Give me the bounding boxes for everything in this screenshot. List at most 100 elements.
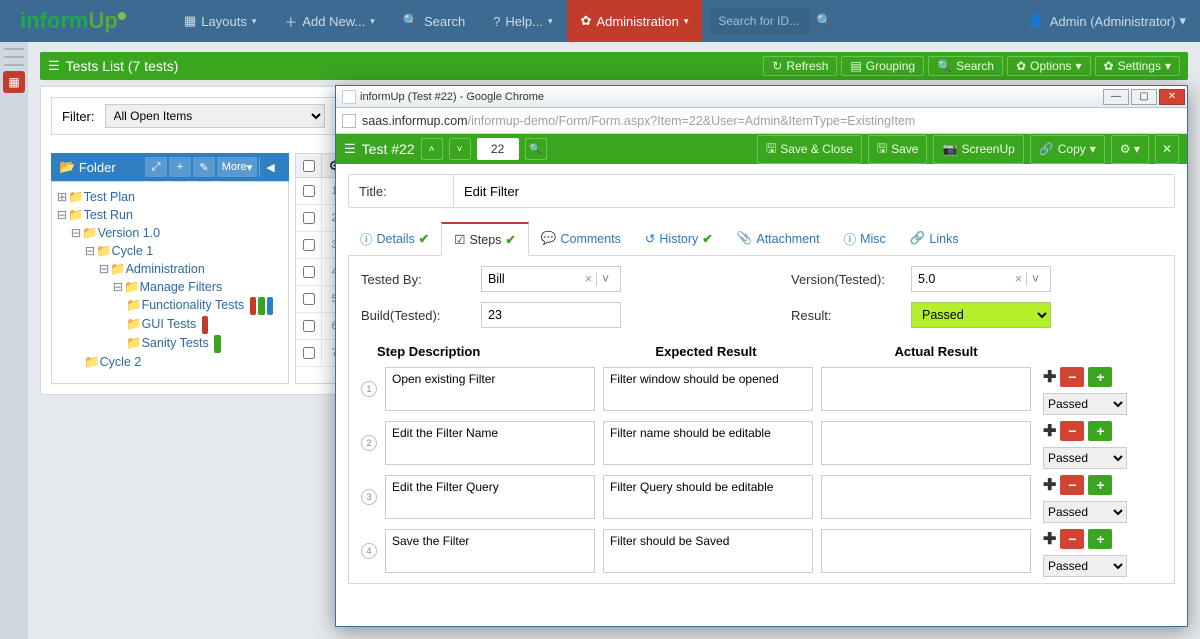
nav-add-new[interactable]: ＋ Add New...▾ — [270, 0, 388, 42]
folder-tool-more[interactable]: More ▾ — [217, 157, 257, 177]
row-check[interactable] — [303, 212, 315, 224]
folder-tool-edit[interactable]: ✎ — [193, 157, 215, 177]
tab-comments[interactable]: 💬 Comments — [529, 222, 633, 255]
remove-step-button[interactable]: − — [1060, 475, 1084, 495]
win-min[interactable]: — — [1103, 89, 1129, 105]
drag-icon[interactable]: ✚ — [1043, 475, 1056, 495]
row-check[interactable] — [303, 266, 315, 278]
step-expected[interactable]: Filter name should be editable — [603, 421, 813, 465]
folder-collapse[interactable]: ◀ — [259, 157, 281, 177]
search-button[interactable]: 🔍 Search — [928, 56, 1003, 76]
row-check[interactable] — [303, 239, 315, 251]
folder-tool-expand[interactable]: ⤢ — [145, 157, 167, 177]
address-bar[interactable]: saas.informup.com/informup-demo/Form/For… — [336, 108, 1187, 134]
row-check[interactable] — [303, 185, 315, 197]
remove-step-button[interactable]: − — [1060, 529, 1084, 549]
tab-attachment[interactable]: 📎 Attachment — [725, 222, 832, 255]
rail-grid-button[interactable]: ▦ — [3, 71, 25, 93]
logo: informUp — [0, 8, 170, 34]
step-desc[interactable]: Edit the Filter Query — [385, 475, 595, 519]
close-form[interactable]: ✕ — [1155, 135, 1179, 164]
grouping-button[interactable]: ▤ Grouping — [841, 56, 924, 76]
nav-admin[interactable]: ✿ Administration▾ — [567, 0, 703, 42]
step-row: 2 Edit the Filter Name Filter name shoul… — [361, 421, 1162, 469]
remove-step-button[interactable]: − — [1060, 367, 1084, 387]
win-max[interactable]: ▢ — [1131, 89, 1157, 105]
tab-steps[interactable]: ☑ Steps ✔ — [441, 222, 529, 256]
user-menu[interactable]: 👤 Admin (Administrator) ▾ — [1028, 13, 1200, 29]
step-expected[interactable]: Filter window should be opened — [603, 367, 813, 411]
step-actual[interactable] — [821, 367, 1031, 411]
folder-icon: 📂 — [59, 159, 75, 175]
folder-header: 📂 Folder ⤢ + ✎ More ▾ ◀ — [51, 153, 289, 181]
col-expected: Expected Result — [591, 344, 821, 359]
step-desc[interactable]: Open existing Filter — [385, 367, 595, 411]
filter-select[interactable]: All Open Items — [105, 104, 325, 128]
prev-item[interactable]: ˄ — [421, 138, 443, 160]
title-input[interactable] — [453, 175, 1174, 207]
drag-icon[interactable]: ✚ — [1043, 367, 1056, 387]
build-input[interactable] — [481, 302, 621, 328]
settings-button[interactable]: ✿ Settings ▾ — [1095, 56, 1180, 76]
step-result-select[interactable]: Passed — [1043, 555, 1127, 577]
step-row: 3 Edit the Filter Query Filter Query sho… — [361, 475, 1162, 523]
add-step-button[interactable]: + — [1088, 421, 1112, 441]
refresh-button[interactable]: ↻ Refresh — [763, 56, 837, 76]
step-expected[interactable]: Filter Query should be editable — [603, 475, 813, 519]
page-icon — [342, 114, 356, 128]
tab-links[interactable]: 🔗 Links — [898, 222, 971, 255]
tab-misc[interactable]: ⓘ Misc — [832, 222, 898, 255]
step-number: 4 — [361, 543, 377, 559]
screenup-button[interactable]: 📷 ScreenUp — [933, 135, 1023, 164]
tab-details[interactable]: ⓘ Details ✔ — [348, 222, 441, 255]
col-step-desc: Step Description — [361, 344, 591, 359]
step-result-select[interactable]: Passed — [1043, 447, 1127, 469]
next-item[interactable]: ˅ — [449, 138, 471, 160]
copy-button[interactable]: 🔗 Copy ▾ — [1030, 135, 1105, 164]
nav-layouts[interactable]: ▦ Layouts▾ — [170, 0, 270, 42]
search-icon[interactable]: 🔍 — [816, 13, 832, 29]
add-step-button[interactable]: + — [1088, 529, 1112, 549]
drag-icon[interactable]: ✚ — [1043, 529, 1056, 549]
result-select[interactable]: Passed — [911, 302, 1051, 328]
step-row: 1 Open existing Filter Filter window sho… — [361, 367, 1162, 415]
tested-by-combo[interactable]: Bill×˅ — [481, 266, 621, 292]
gear-button[interactable]: ⚙ ▾ — [1111, 135, 1149, 164]
step-expected[interactable]: Filter should be Saved — [603, 529, 813, 573]
form-tabs: ⓘ Details ✔ ☑ Steps ✔ 💬 Comments ↺ Histo… — [348, 222, 1175, 256]
step-result-select[interactable]: Passed — [1043, 501, 1127, 523]
options-button[interactable]: ✿ Options ▾ — [1007, 56, 1090, 76]
step-actual[interactable] — [821, 421, 1031, 465]
step-result-select[interactable]: Passed — [1043, 393, 1127, 415]
go-item[interactable]: 🔍 — [525, 138, 547, 160]
save-button[interactable]: 🖫 Save — [868, 135, 928, 164]
folder-tree[interactable]: ⊞📁Test Plan ⊟📁Test Run ⊟📁Version 1.0 ⊟📁C… — [51, 181, 289, 384]
remove-step-button[interactable]: − — [1060, 421, 1084, 441]
row-check[interactable] — [303, 347, 315, 359]
step-desc[interactable]: Save the Filter — [385, 529, 595, 573]
item-number[interactable]: 22 — [477, 138, 519, 160]
save-close-button[interactable]: 🖫 Save & Close — [757, 135, 862, 164]
add-step-button[interactable]: + — [1088, 475, 1112, 495]
nav-help[interactable]: ? Help...▾ — [479, 0, 566, 42]
win-close[interactable]: ✕ — [1159, 89, 1185, 105]
nav-search[interactable]: 🔍 Search — [389, 0, 479, 42]
step-desc[interactable]: Edit the Filter Name — [385, 421, 595, 465]
test-form-window: informUp (Test #22) - Google Chrome — ▢ … — [335, 85, 1188, 627]
add-step-button[interactable]: + — [1088, 367, 1112, 387]
row-check[interactable] — [303, 293, 315, 305]
step-actual[interactable] — [821, 475, 1031, 519]
version-combo[interactable]: 5.0×˅ — [911, 266, 1051, 292]
grid-check-all[interactable] — [303, 160, 315, 172]
nav-search-box[interactable]: 🔍 — [702, 8, 840, 34]
filter-label: Filter: — [62, 109, 95, 124]
tab-history[interactable]: ↺ History ✔ — [633, 222, 725, 255]
search-id-input[interactable] — [710, 8, 810, 34]
tests-list-title: Tests List (7 tests) — [66, 58, 179, 74]
row-check[interactable] — [303, 320, 315, 332]
folder-tool-add[interactable]: + — [169, 157, 191, 177]
left-rail: ▦ — [0, 42, 28, 639]
drag-icon[interactable]: ✚ — [1043, 421, 1056, 441]
form-green-bar: ☰ Test #22 ˄ ˅ 22 🔍 🖫 Save & Close 🖫 Sav… — [336, 134, 1187, 164]
step-actual[interactable] — [821, 529, 1031, 573]
